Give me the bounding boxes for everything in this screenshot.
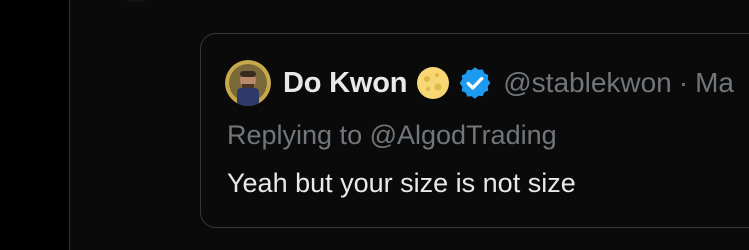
page: Do Kwon @stablekwon · Ma Replying to @Al…	[0, 0, 749, 250]
replying-to-handle[interactable]: @AlgodTrading	[370, 120, 557, 150]
separator-dot: ·	[678, 67, 689, 98]
replying-to-line: Replying to @AlgodTrading	[227, 120, 557, 151]
tweet-text: Yeah but your size is not size	[227, 168, 576, 198]
left-sidebar	[0, 0, 69, 250]
author-display-name[interactable]: Do Kwon	[283, 67, 407, 100]
moon-icon	[415, 65, 451, 101]
replying-prefix: Replying to	[227, 120, 363, 150]
author-handle[interactable]: @stablekwon	[503, 67, 672, 99]
author-avatar[interactable]	[225, 60, 271, 106]
quoted-tweet-card[interactable]: Do Kwon @stablekwon · Ma Replying to @Al…	[200, 33, 749, 228]
quoted-tweet-header: Do Kwon @stablekwon · Ma	[225, 58, 734, 108]
tweet-date[interactable]: Ma	[695, 67, 734, 99]
verified-badge-icon	[457, 65, 493, 101]
